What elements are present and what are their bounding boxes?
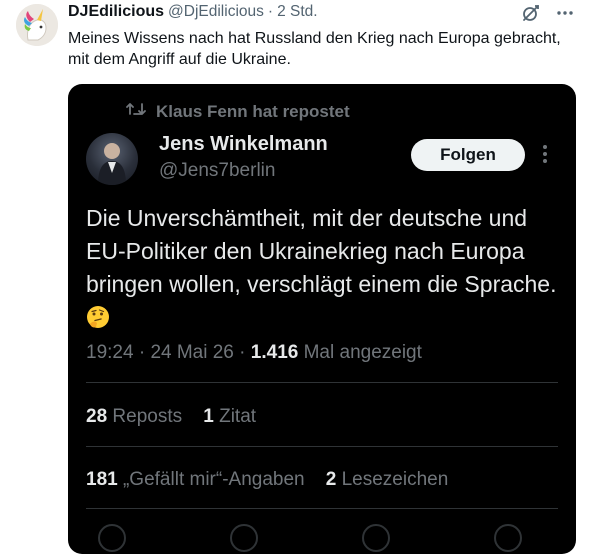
views-label: Mal angezeigt <box>303 342 422 363</box>
avatar[interactable] <box>16 4 58 46</box>
person-photo-icon <box>98 143 126 185</box>
repost-label[interactable]: Klaus Fenn hat repostet <box>156 102 350 122</box>
reply-icon[interactable] <box>98 524 126 552</box>
like-stats: 181 „Gefällt mir“-Angaben 2 Lesezeichen <box>86 469 448 491</box>
meta-separator: · <box>138 342 151 363</box>
display-name[interactable]: DJEdilicious <box>68 3 164 21</box>
likes-label[interactable]: „Gefällt mir“-Angaben <box>123 469 305 490</box>
inner-user-handle[interactable]: @Jens7berlin <box>159 160 275 182</box>
post-text: Meines Wissens nach hat Russland den Kri… <box>68 30 561 68</box>
divider <box>86 446 558 447</box>
meta-separator: · <box>239 342 251 363</box>
like-icon[interactable] <box>362 524 390 552</box>
unicorn-avatar-icon <box>16 4 58 46</box>
reposts-label[interactable]: Reposts <box>112 406 182 427</box>
inner-display-name[interactable]: Jens Winkelmann <box>159 133 328 156</box>
likes-count[interactable]: 181 <box>86 469 118 490</box>
inner-post-date[interactable]: 24 Mai 26 <box>150 342 233 363</box>
user-handle[interactable]: @DjEdilicious <box>168 3 264 21</box>
repost-icon <box>126 101 146 122</box>
inner-avatar[interactable] <box>86 133 138 185</box>
embedded-screenshot[interactable]: Klaus Fenn hat repostet Jens Winkelmann … <box>68 84 576 554</box>
separator: · <box>267 3 274 20</box>
post-card[interactable]: DJEdilicious @DjEdilicious · 2 Std. Mein… <box>0 0 595 554</box>
post-time[interactable]: 2 Std. <box>277 3 318 21</box>
reposts-count[interactable]: 28 <box>86 406 107 427</box>
follow-button[interactable]: Folgen <box>411 139 525 171</box>
repost-action-icon[interactable] <box>230 524 258 552</box>
more-vertical-icon[interactable] <box>542 144 548 169</box>
bookmarks-count[interactable]: 2 <box>326 469 337 490</box>
repost-indicator: Klaus Fenn hat repostet <box>126 101 350 122</box>
repost-stats: 28 Reposts 1 Zitat <box>86 406 256 428</box>
inner-post-text: Die Unverschämtheit, mit der deutsche un… <box>86 202 566 338</box>
grok-icon[interactable] <box>521 3 541 23</box>
more-icon[interactable] <box>555 3 575 23</box>
divider <box>86 382 558 383</box>
post-header: DJEdilicious @DjEdilicious · 2 Std. <box>68 3 318 21</box>
post-meta: 19:24 · 24 Mai 26 · 1.416 Mal angezeigt <box>86 342 422 364</box>
quotes-count[interactable]: 1 <box>203 406 214 427</box>
quotes-label[interactable]: Zitat <box>219 406 256 427</box>
thinking-face-icon <box>86 305 110 338</box>
inner-post-time[interactable]: 19:24 <box>86 342 134 363</box>
bookmarks-label[interactable]: Lesezeichen <box>342 469 449 490</box>
divider <box>86 508 558 509</box>
inner-post-text-body: Die Unverschämtheit, mit der deutsche un… <box>86 205 557 297</box>
views-count: 1.416 <box>250 342 299 363</box>
post-actions-top <box>521 3 575 23</box>
bookmark-icon[interactable] <box>494 524 522 552</box>
action-bar <box>98 524 522 552</box>
